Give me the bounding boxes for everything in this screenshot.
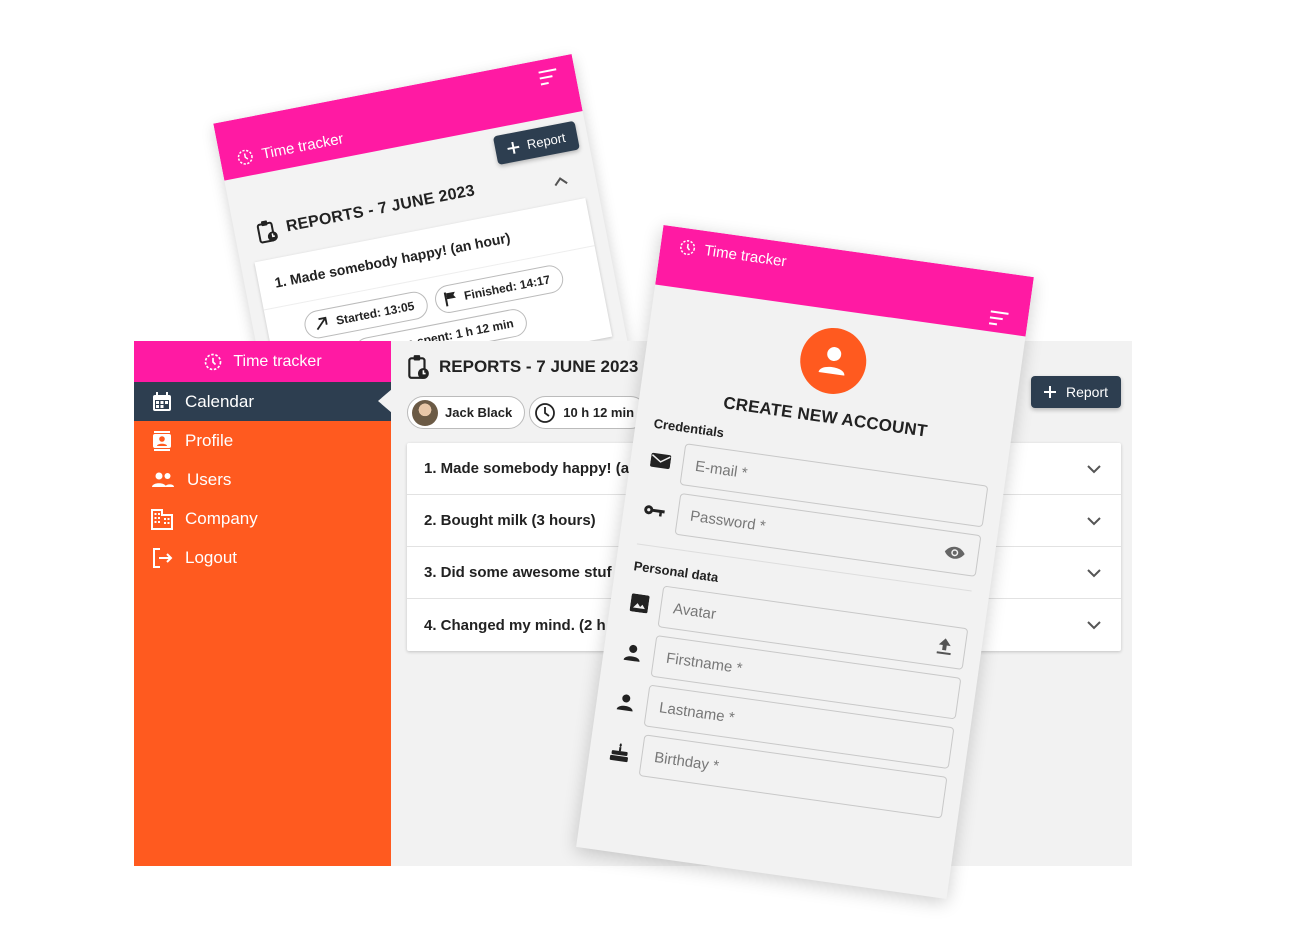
sidebar-title[interactable]: Time tracker (134, 341, 391, 382)
sidebar-item-calendar[interactable]: Calendar (134, 382, 392, 421)
menu-icon[interactable] (988, 309, 1011, 328)
upload-icon[interactable] (935, 636, 953, 656)
sidebar-nav: Calendar Profile Users Company Logout (134, 382, 392, 577)
company-icon (151, 508, 173, 530)
app-title: Time tracker (260, 129, 345, 163)
sidebar-item-label: Company (185, 508, 258, 528)
calendar-icon (151, 391, 173, 413)
lastname-placeholder: Lastname * (658, 698, 736, 727)
clipboard-clock-icon (255, 218, 279, 245)
envelope-icon (650, 452, 672, 471)
clock-icon (203, 352, 223, 372)
finished-text: Finished: 14:17 (462, 272, 552, 303)
report-row-title: 3. Did some awesome stuf (424, 564, 612, 581)
avatar-placeholder: Avatar (672, 599, 718, 623)
sidebar-item-label: Calendar (185, 391, 254, 411)
clock-icon (677, 237, 697, 257)
app-title: Time tracker (703, 241, 788, 270)
sidebar-item-label: Logout (185, 547, 237, 567)
sidebar-item-label: Users (187, 469, 232, 489)
report-button-label: Report (1065, 384, 1108, 400)
clock-icon (235, 147, 256, 168)
sidebar-item-profile[interactable]: Profile (134, 421, 391, 460)
users-icon (151, 470, 175, 490)
firstname-placeholder: Firstname * (665, 649, 744, 677)
flag-icon (442, 289, 459, 307)
app-brand[interactable]: Time tracker (677, 237, 788, 270)
user-chip-label: Jack Black (445, 405, 513, 420)
plus-icon (1043, 386, 1056, 398)
arrow-up-right-icon (312, 314, 331, 333)
password-placeholder: Password * (689, 507, 767, 535)
plus-icon (506, 140, 520, 154)
menu-icon[interactable] (538, 67, 561, 87)
chevron-down-icon[interactable] (1087, 620, 1101, 630)
total-time-label: 10 h 12 min (563, 405, 635, 420)
eye-icon[interactable] (943, 544, 967, 561)
add-report-button[interactable]: Report (1030, 376, 1121, 408)
avatar (412, 399, 438, 426)
sidebar-item-label: Profile (185, 430, 234, 450)
image-icon (629, 593, 650, 614)
sidebar-item-company[interactable]: Company (134, 499, 391, 538)
report-row-title: 4. Changed my mind. (2 h (424, 616, 606, 634)
email-placeholder: E-mail * (694, 457, 749, 482)
cake-icon (608, 741, 631, 764)
started-text: Started: 13:05 (334, 298, 416, 328)
birthday-placeholder: Birthday * (653, 748, 721, 775)
sidebar-app-title: Time tracker (233, 352, 322, 370)
sidebar: Time tracker Calendar Profile Users Comp… (134, 341, 392, 866)
chevron-down-icon[interactable] (1087, 568, 1101, 578)
person-icon (616, 692, 636, 712)
sidebar-item-logout[interactable]: Logout (134, 538, 391, 577)
logout-icon (151, 547, 173, 569)
profile-icon (151, 430, 173, 452)
chevron-down-icon[interactable] (1087, 516, 1101, 526)
reports-heading-text: REPORTS - 7 JUNE 2023 (439, 357, 639, 376)
clock-outline-icon (534, 402, 556, 424)
key-icon (643, 502, 667, 519)
chevron-down-icon[interactable] (1087, 464, 1101, 474)
sidebar-item-users[interactable]: Users (134, 460, 391, 499)
user-chip[interactable]: Jack Black (407, 396, 526, 429)
total-time-chip: 10 h 12 min (529, 396, 648, 429)
account-avatar-icon (795, 323, 871, 399)
clipboard-clock-icon (407, 354, 429, 380)
report-button-label: Report (525, 129, 567, 153)
report-row-title: 1. Made somebody happy! (a (424, 460, 630, 477)
report-row-title: 2. Bought milk (3 hours) (424, 512, 596, 529)
person-icon (623, 643, 643, 663)
mobile-top-bar: Time tracker (655, 225, 1034, 337)
